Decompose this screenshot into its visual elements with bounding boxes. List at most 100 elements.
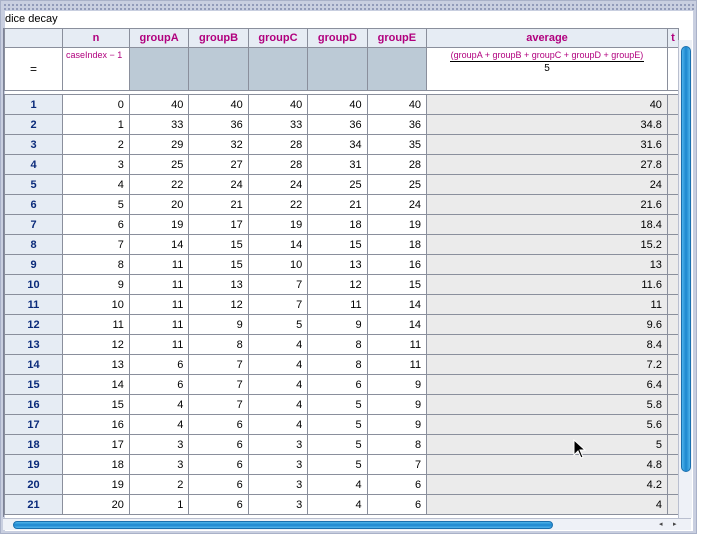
cell-groupE[interactable]: 14 — [366, 294, 428, 315]
cell-cut-off[interactable] — [666, 374, 679, 395]
cell-groupE[interactable]: 24 — [366, 194, 428, 215]
vertical-scroll-thumb[interactable] — [681, 46, 691, 472]
cell-groupC[interactable]: 4 — [247, 354, 309, 375]
formula-n[interactable]: caseIndex − 1 — [62, 47, 130, 91]
column-header-groupE[interactable]: groupE — [366, 28, 428, 48]
row-number[interactable]: 12 — [4, 314, 63, 335]
cell-average[interactable]: 27.8 — [426, 154, 668, 175]
row-number[interactable]: 19 — [4, 454, 63, 475]
cell-groupA[interactable]: 22 — [128, 174, 190, 195]
cell-groupA[interactable]: 6 — [128, 354, 190, 375]
cell-groupC[interactable]: 10 — [247, 254, 309, 275]
cell-average[interactable]: 8.4 — [426, 334, 668, 355]
cell-groupB[interactable]: 7 — [188, 354, 249, 375]
scroll-right-arrow-icon[interactable]: ▸ — [673, 520, 677, 528]
cell-groupB[interactable]: 9 — [188, 314, 249, 335]
row-number[interactable]: 14 — [4, 354, 63, 375]
table-row[interactable]: 4 3 25 27 28 31 28 27.8 — [4, 154, 679, 175]
vertical-scrollbar[interactable] — [678, 40, 692, 518]
cell-average[interactable]: 7.2 — [426, 354, 668, 375]
cell-average[interactable]: 24 — [426, 174, 668, 195]
cell-groupC[interactable]: 33 — [247, 114, 309, 135]
cell-cut-off[interactable] — [666, 394, 679, 415]
cell-groupD[interactable]: 8 — [307, 354, 368, 375]
cell-groupD[interactable]: 6 — [307, 374, 368, 395]
cell-average[interactable]: 4 — [426, 494, 668, 515]
cell-groupE[interactable]: 7 — [366, 454, 428, 475]
cell-n[interactable]: 16 — [62, 414, 130, 435]
cell-groupA[interactable]: 2 — [128, 474, 190, 495]
cell-n[interactable]: 17 — [62, 434, 130, 455]
cell-groupB[interactable]: 6 — [188, 414, 249, 435]
cell-groupD[interactable]: 8 — [307, 334, 368, 355]
cell-groupD[interactable]: 4 — [307, 474, 368, 495]
cell-groupA[interactable]: 33 — [128, 114, 190, 135]
cell-n[interactable]: 0 — [62, 94, 130, 115]
cell-groupC[interactable]: 4 — [247, 334, 309, 355]
column-header-groupD[interactable]: groupD — [307, 28, 368, 48]
cell-cut-off[interactable] — [666, 494, 679, 515]
cell-groupA[interactable]: 11 — [128, 294, 190, 315]
cell-groupC[interactable]: 22 — [247, 194, 309, 215]
cell-groupC[interactable]: 28 — [247, 134, 309, 155]
cell-groupA[interactable]: 14 — [128, 234, 190, 255]
cell-groupC[interactable]: 19 — [247, 214, 309, 235]
cell-groupE[interactable]: 9 — [366, 394, 428, 415]
cell-n[interactable]: 18 — [62, 454, 130, 475]
cell-groupE[interactable]: 18 — [366, 234, 428, 255]
cell-cut-off[interactable] — [666, 134, 679, 155]
cell-groupB[interactable]: 13 — [188, 274, 249, 295]
cell-groupC[interactable]: 5 — [247, 314, 309, 335]
cell-groupB[interactable]: 40 — [188, 94, 249, 115]
cell-groupE[interactable]: 19 — [366, 214, 428, 235]
cell-cut-off[interactable] — [666, 214, 679, 235]
cell-groupA[interactable]: 19 — [128, 214, 190, 235]
cell-groupA[interactable]: 29 — [128, 134, 190, 155]
cell-cut-off[interactable] — [666, 294, 679, 315]
cell-groupD[interactable]: 11 — [307, 294, 368, 315]
cell-groupC[interactable]: 3 — [247, 434, 309, 455]
table-row[interactable]: 7 6 19 17 19 18 19 18.4 — [4, 214, 679, 235]
cell-n[interactable]: 19 — [62, 474, 130, 495]
table-row[interactable]: 15 14 6 7 4 6 9 6.4 — [4, 374, 679, 395]
cell-groupE[interactable]: 9 — [366, 374, 428, 395]
cell-groupA[interactable]: 25 — [128, 154, 190, 175]
cell-n[interactable]: 8 — [62, 254, 130, 275]
cell-groupB[interactable]: 15 — [188, 254, 249, 275]
row-number[interactable]: 8 — [4, 234, 63, 255]
table-row[interactable]: 10 9 11 13 7 12 15 11.6 — [4, 274, 679, 295]
horizontal-scrollbar[interactable]: ◂ ▸ — [3, 518, 691, 530]
cell-average[interactable]: 15.2 — [426, 234, 668, 255]
cell-groupD[interactable]: 5 — [307, 434, 368, 455]
cell-groupD[interactable]: 9 — [307, 314, 368, 335]
cell-n[interactable]: 7 — [62, 234, 130, 255]
cell-groupD[interactable]: 5 — [307, 394, 368, 415]
row-number[interactable]: 2 — [4, 114, 63, 135]
row-number[interactable]: 6 — [4, 194, 63, 215]
cell-cut-off[interactable] — [666, 154, 679, 175]
horizontal-scroll-thumb[interactable] — [13, 521, 553, 529]
cell-cut-off[interactable] — [666, 454, 679, 475]
cell-groupE[interactable]: 15 — [366, 274, 428, 295]
cell-cut-off[interactable] — [666, 174, 679, 195]
cell-average[interactable]: 18.4 — [426, 214, 668, 235]
row-number[interactable]: 7 — [4, 214, 63, 235]
table-row[interactable]: 3 2 29 32 28 34 35 31.6 — [4, 134, 679, 155]
table-row[interactable]: 17 16 4 6 4 5 9 5.6 — [4, 414, 679, 435]
cell-n[interactable]: 10 — [62, 294, 130, 315]
cell-groupE[interactable]: 11 — [366, 354, 428, 375]
table-row[interactable]: 11 10 11 12 7 11 14 11 — [4, 294, 679, 315]
cell-groupC[interactable]: 7 — [247, 294, 309, 315]
cell-groupA[interactable]: 4 — [128, 414, 190, 435]
cell-groupE[interactable]: 16 — [366, 254, 428, 275]
cell-n[interactable]: 3 — [62, 154, 130, 175]
cell-groupB[interactable]: 6 — [188, 494, 249, 515]
cell-groupC[interactable]: 24 — [247, 174, 309, 195]
cell-groupD[interactable]: 34 — [307, 134, 368, 155]
cell-groupB[interactable]: 32 — [188, 134, 249, 155]
cell-average[interactable]: 5 — [426, 434, 668, 455]
cell-groupB[interactable]: 24 — [188, 174, 249, 195]
cell-n[interactable]: 5 — [62, 194, 130, 215]
cell-groupC[interactable]: 28 — [247, 154, 309, 175]
cell-groupE[interactable]: 8 — [366, 434, 428, 455]
